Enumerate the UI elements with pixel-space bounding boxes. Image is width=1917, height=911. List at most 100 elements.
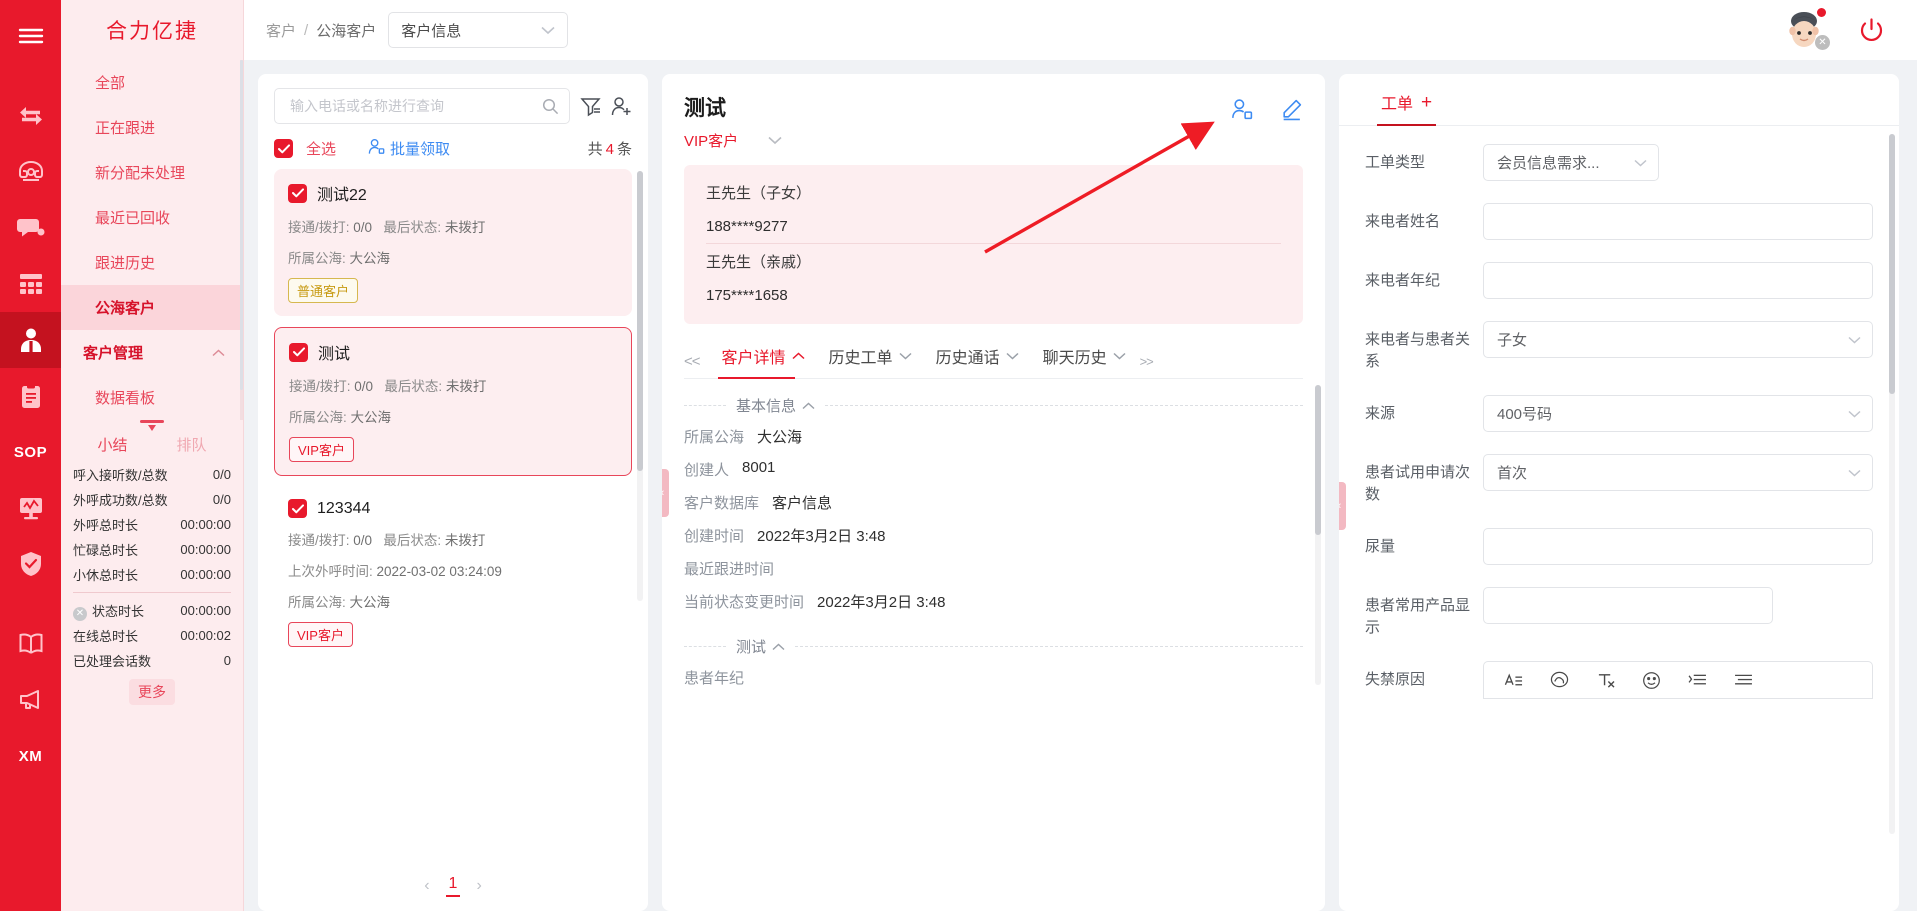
list-scrollbar-thumb[interactable] [637,171,643,471]
list-item-name: 测试22 [317,187,367,204]
monitor-icon[interactable] [0,480,61,536]
power-icon[interactable] [1858,17,1885,44]
xm-icon[interactable]: XM [0,728,61,784]
caller-relation-select[interactable]: 子女 [1483,321,1873,358]
select-all-label[interactable]: 全选 [306,138,336,159]
tab-history-calls[interactable]: 历史通话 [924,344,1031,378]
sidebar: 合力亿捷 全部 正在跟进 新分配未处理 最近已回收 跟进历史 公海客户 客户管理… [61,0,244,911]
urine-volume-input[interactable] [1483,528,1873,565]
list-item[interactable]: 123344 接通/拨打: 0/0 最后状态: 未拨打 上次外呼时间: 2022… [274,487,632,660]
list-item[interactable]: 测试22 接通/拨打: 0/0 最后状态: 未拨打 所属公海: 大公海 普通客户 [274,169,632,316]
pagination-page-1[interactable]: 1 [445,875,461,897]
tab-chat-history[interactable]: 聊天历史 [1031,344,1138,378]
font-size-icon[interactable] [1490,662,1536,698]
clipboard-icon[interactable] [0,368,61,424]
shield-icon[interactable] [0,536,61,592]
phone-icon[interactable] [0,144,61,200]
assign-user-icon[interactable] [1231,98,1254,121]
trial-count-select[interactable]: 首次 [1483,454,1873,491]
form-scrollbar-thumb[interactable] [1889,134,1895,394]
section-test[interactable]: 测试 [684,636,1303,657]
search-box[interactable] [274,88,570,124]
sidebar-scrollbar-thumb[interactable] [240,60,243,390]
more-button[interactable]: 更多 [129,679,175,705]
plus-icon[interactable]: + [1421,93,1432,112]
tabs-scroll-right[interactable]: >> [1140,354,1154,369]
align-icon[interactable] [1720,662,1766,698]
filter-icon[interactable] [580,96,601,117]
tab-customer-detail[interactable]: 客户详情 [710,344,817,379]
caller-name-input[interactable] [1483,203,1873,240]
ticket-type-select[interactable]: 会员信息需求... [1483,144,1659,181]
indent-icon[interactable] [1674,662,1720,698]
book-icon[interactable] [0,616,61,672]
sidebar-item-all[interactable]: 全部 [61,60,243,105]
pagination-next[interactable]: › [476,877,481,895]
detail-field: 所属公海 大公海 [684,429,803,446]
pagination-prev[interactable]: ‹ [424,877,429,895]
stat-row: 在线总时长 00:00:02 [73,623,231,648]
section-basic-info[interactable]: 基本信息 [684,395,1303,416]
section-title: 测试 [726,636,795,657]
list-item[interactable]: 测试 接通/拨打: 0/0 最后状态: 未拨打 所属公海: 大公海 VIP客户 [274,327,632,476]
sidebar-item-public-pool[interactable]: 公海客户 [61,285,243,330]
topbar: 客户 / 公海客户 客户信息 ✕ [244,0,1917,60]
form-label: 来源 [1365,405,1396,422]
list-item-name: 测试 [318,346,351,363]
chat-icon[interactable] [0,200,61,256]
sidebar-item-dashboard[interactable]: 数据看板 [61,375,243,420]
tab-history-tickets[interactable]: 历史工单 [817,344,924,378]
stats-tab-summary[interactable]: 小结 [97,434,127,455]
list-item-checkbox[interactable] [289,342,308,362]
detail-scrollbar-thumb[interactable] [1315,385,1321,535]
detail-scrollbar[interactable] [1315,385,1321,685]
source-select[interactable]: 400号码 [1483,395,1873,432]
stat-label: 呼入接听数/总数 [73,468,168,483]
edit-icon[interactable] [1280,98,1303,121]
batch-claim-button[interactable]: 批量领取 [368,138,450,159]
section-title: 基本信息 [726,395,825,416]
close-icon[interactable]: ✕ [1815,35,1830,50]
menu-toggle-icon[interactable] [0,8,61,64]
emoji-icon[interactable] [1628,662,1674,698]
sidebar-item-customer-management[interactable]: 客户管理 [61,330,243,375]
trial-count-value: 首次 [1497,465,1528,482]
breadcrumb-root[interactable]: 客户 [266,20,296,41]
add-user-icon[interactable] [611,96,632,117]
list-scrollbar[interactable] [637,171,643,601]
sidebar-item-following[interactable]: 正在跟进 [61,105,243,150]
highlight-icon[interactable] [1536,662,1582,698]
collapse-detail-handle[interactable]: ‹ [1339,482,1346,530]
sop-icon[interactable]: SOP [0,424,61,480]
grid-icon[interactable] [0,256,61,312]
select-all-checkbox[interactable] [274,139,293,158]
customer-list[interactable]: 测试22 接通/拨打: 0/0 最后状态: 未拨打 所属公海: 大公海 普通客户… [258,169,648,861]
database-select[interactable]: 客户信息 [388,12,569,48]
clear-format-icon[interactable] [1582,662,1628,698]
transfer-icon[interactable] [0,88,61,144]
common-product-input[interactable] [1483,587,1773,624]
list-item-checkbox[interactable] [288,183,307,203]
form-scrollbar[interactable] [1889,134,1895,834]
chevron-down-icon[interactable] [768,134,782,148]
sidebar-item-follow-history[interactable]: 跟进历史 [61,240,243,285]
stats-tab-queue[interactable]: 排队 [176,434,206,455]
avatar[interactable]: ✕ [1784,8,1830,50]
divider [795,646,1303,647]
collapse-arrow-icon[interactable] [137,420,167,433]
richtext-toolbar [1483,661,1873,699]
sidebar-item-new-unprocessed[interactable]: 新分配未处理 [61,150,243,195]
tab-ticket[interactable]: 工单 + [1367,90,1446,126]
search-icon[interactable] [542,98,559,115]
divider [684,405,726,406]
contacts-icon[interactable] [0,312,61,368]
collapse-list-handle[interactable]: ‹ [662,469,669,517]
list-item-checkbox[interactable] [288,499,307,518]
stat-value: 00:00:00 [180,567,231,582]
tabs-scroll-left[interactable]: << [684,353,710,370]
sidebar-item-recently-recycled[interactable]: 最近已回收 [61,195,243,240]
form-label: 来电者姓名 [1365,213,1441,230]
search-input[interactable] [288,97,542,115]
caller-age-input[interactable] [1483,262,1873,299]
megaphone-icon[interactable] [0,672,61,728]
